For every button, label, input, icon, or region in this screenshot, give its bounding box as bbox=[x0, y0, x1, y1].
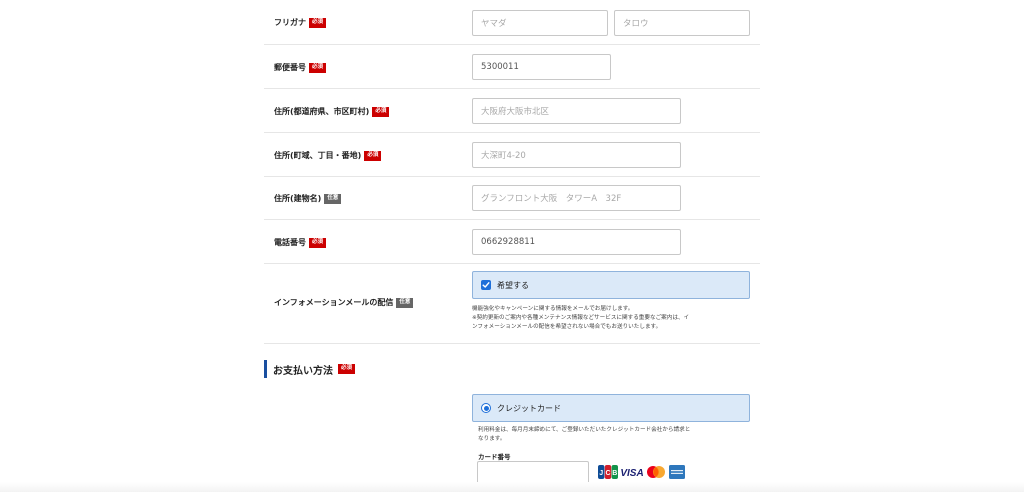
radio-selected-icon[interactable] bbox=[481, 403, 491, 413]
phone-input[interactable]: 0662928811 bbox=[472, 229, 681, 255]
payment-note: 利用料金は、毎月月末締めにて、ご登録いただいたクレジットカード会社から請求と な… bbox=[478, 426, 760, 444]
payment-section-title: お支払い方法 必須 bbox=[264, 360, 356, 378]
visa-logo-icon: VISA bbox=[621, 468, 643, 479]
optional-badge: 任意 bbox=[396, 297, 414, 308]
phone-label: 電話番号 bbox=[274, 238, 306, 247]
newsletter-option-label: 希望する bbox=[497, 280, 529, 290]
postal-code-input[interactable]: 5300011 bbox=[472, 54, 611, 80]
address2-label: 住所(町域、丁目・番地) bbox=[274, 151, 362, 160]
payment-title: お支払い方法 bbox=[273, 365, 333, 377]
building-input[interactable]: グランフロント大阪 タワーA 32F bbox=[472, 185, 681, 211]
checkbox-checked-icon[interactable] bbox=[481, 280, 491, 290]
row-address2: 住所(町域、丁目・番地) 必須 大深町4-20 bbox=[264, 133, 760, 177]
required-badge: 必須 bbox=[372, 106, 390, 117]
optional-badge: 任意 bbox=[324, 193, 342, 204]
page: フリガナ 必須 ヤマダ タロウ 郵便番号 必須 5300011 住所(都道府県、… bbox=[0, 0, 1024, 492]
required-badge: 必須 bbox=[364, 150, 382, 161]
bottom-edge bbox=[0, 482, 1024, 492]
furigana-label-group: フリガナ 必須 bbox=[274, 17, 327, 28]
newsletter-label: インフォメーションメールの配信 bbox=[274, 298, 394, 307]
svg-text:J: J bbox=[599, 470, 603, 477]
furigana-last-input[interactable]: ヤマダ bbox=[472, 10, 608, 36]
furigana-first-input[interactable]: タロウ bbox=[614, 10, 750, 36]
row-newsletter: インフォメーションメールの配信 任意 希望する 機能強化やキャンペーンに関する情… bbox=[264, 264, 760, 344]
required-badge: 必須 bbox=[309, 62, 327, 73]
address2-input[interactable]: 大深町4-20 bbox=[472, 142, 681, 168]
row-address1: 住所(都道府県、市区町村) 必須 大阪府大阪市北区 bbox=[264, 89, 760, 133]
payment-option-credit-card[interactable]: クレジットカード bbox=[472, 394, 750, 422]
required-badge: 必須 bbox=[338, 364, 356, 374]
newsletter-option[interactable]: 希望する bbox=[472, 271, 750, 299]
card-number-label: カード番号 bbox=[478, 453, 511, 461]
building-label-group: 住所(建物名) 任意 bbox=[274, 193, 342, 204]
newsletter-note: 機能強化やキャンペーンに関する情報をメールでお届けします。 ※契約更新のご案内や… bbox=[472, 305, 758, 332]
svg-text:C: C bbox=[605, 470, 610, 477]
row-furigana: フリガナ 必須 ヤマダ タロウ bbox=[264, 0, 760, 45]
address1-label-group: 住所(都道府県、市区町村) 必須 bbox=[274, 106, 390, 117]
row-postal: 郵便番号 必須 5300011 bbox=[264, 45, 760, 89]
address1-label: 住所(都道府県、市区町村) bbox=[274, 107, 370, 116]
postal-label: 郵便番号 bbox=[274, 63, 306, 72]
mastercard-logo-icon bbox=[647, 466, 665, 478]
registration-form: フリガナ 必須 ヤマダ タロウ 郵便番号 必須 5300011 住所(都道府県、… bbox=[264, 0, 760, 344]
svg-text:VISA: VISA bbox=[621, 468, 643, 479]
newsletter-note-line: ※契約更新のご案内や各種メンテナンス情報などサービスに関する重要なご案内は、イ bbox=[472, 315, 690, 321]
newsletter-note-line: 機能強化やキャンペーンに関する情報をメールでお届けします。 bbox=[472, 306, 634, 312]
svg-text:B: B bbox=[612, 470, 617, 477]
payment-option-label: クレジットカード bbox=[497, 403, 561, 413]
payment-note-line: 利用料金は、毎月月末締めにて、ご登録いただいたクレジットカード会社から請求と bbox=[478, 427, 691, 433]
required-badge: 必須 bbox=[309, 17, 327, 28]
phone-label-group: 電話番号 必須 bbox=[274, 237, 327, 248]
postal-label-group: 郵便番号 必須 bbox=[274, 62, 327, 73]
required-badge: 必須 bbox=[309, 237, 327, 248]
furigana-label: フリガナ bbox=[274, 18, 306, 27]
payment-note-line: なります。 bbox=[478, 436, 506, 442]
address2-label-group: 住所(町域、丁目・番地) 必須 bbox=[274, 150, 382, 161]
newsletter-note-line: ンフォメーションメールの配信を希望されない場合でもお送りいたします。 bbox=[472, 324, 662, 330]
jcb-logo-icon: J C B bbox=[598, 465, 618, 479]
amex-logo-icon bbox=[669, 465, 685, 479]
address1-input[interactable]: 大阪府大阪市北区 bbox=[472, 98, 681, 124]
newsletter-label-group: インフォメーションメールの配信 任意 bbox=[274, 297, 414, 308]
card-brand-logos: J C B VISA bbox=[598, 465, 685, 479]
row-phone: 電話番号 必須 0662928811 bbox=[264, 220, 760, 264]
building-label: 住所(建物名) bbox=[274, 194, 322, 203]
row-building: 住所(建物名) 任意 グランフロント大阪 タワーA 32F bbox=[264, 177, 760, 220]
